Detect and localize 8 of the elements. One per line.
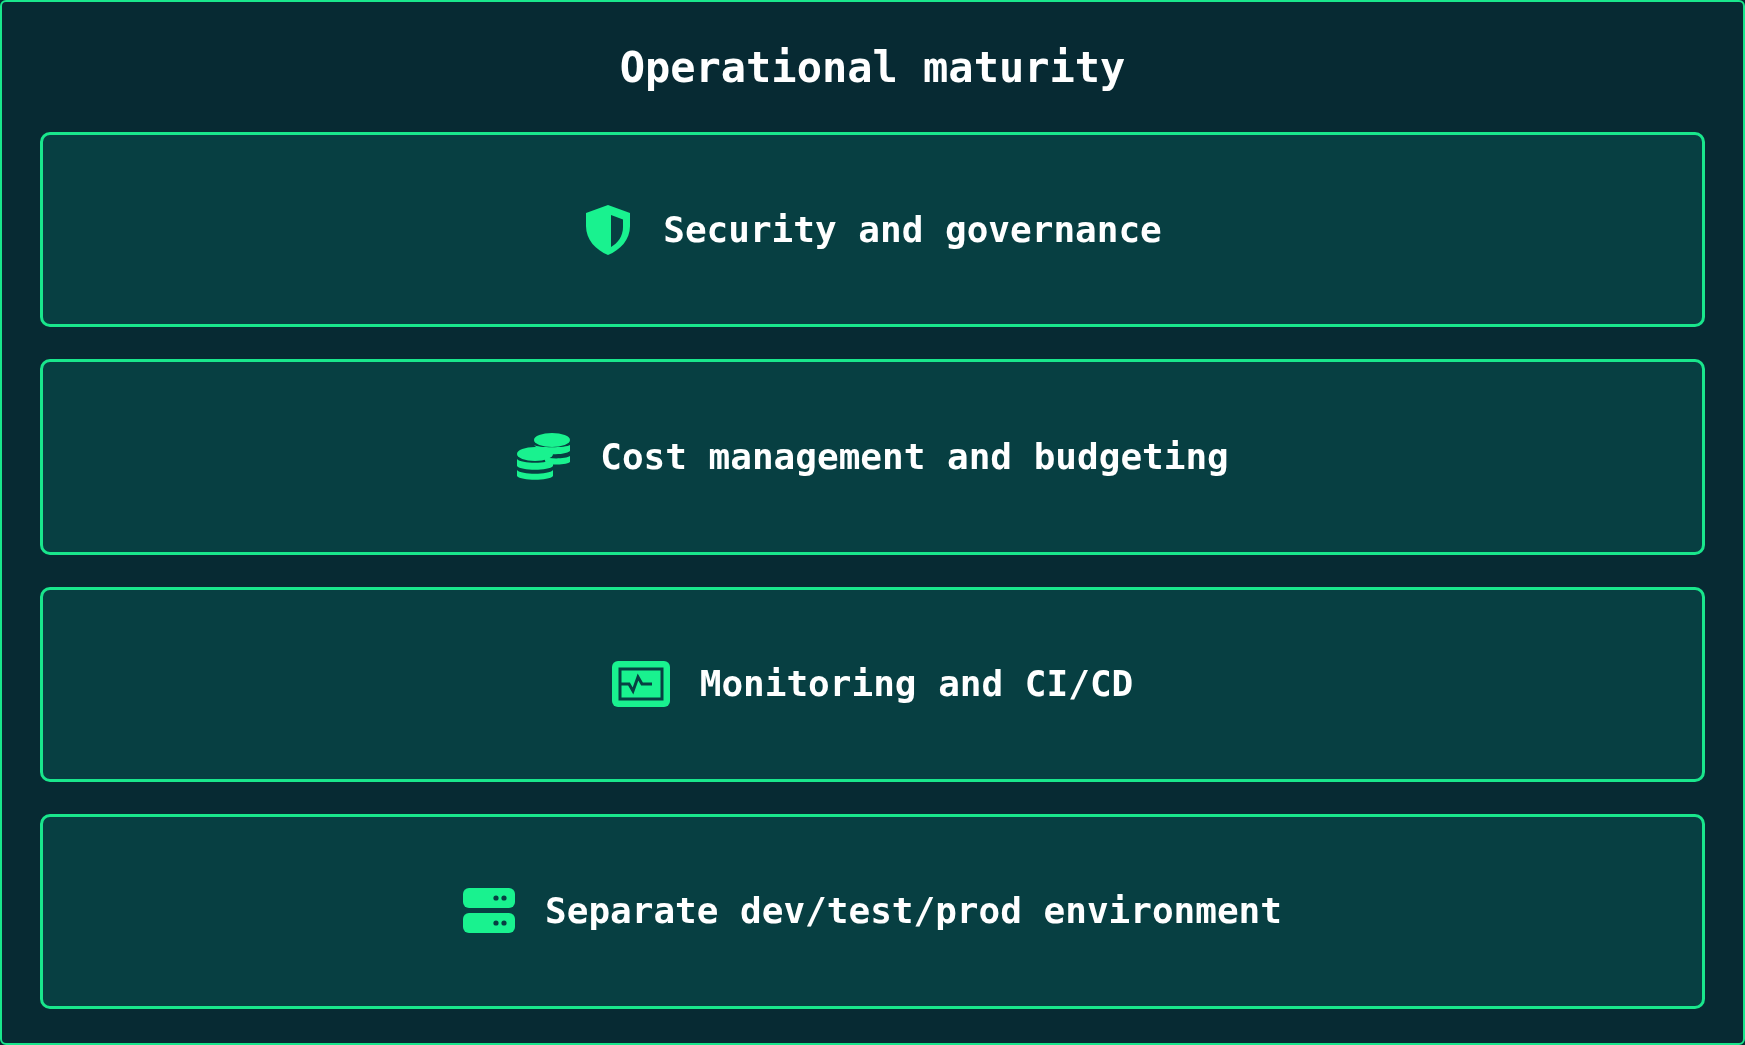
server-icon	[463, 888, 516, 935]
item-label: Cost management and budgeting	[600, 434, 1229, 479]
diagram-title: Operational maturity	[619, 41, 1126, 94]
item-label: Monitoring and CI/CD	[699, 662, 1134, 707]
item-label: Security and governance	[663, 207, 1162, 252]
coins-icon	[516, 430, 571, 483]
monitor-icon	[611, 661, 670, 708]
item-label: Separate dev/test/prod environment	[545, 889, 1282, 934]
